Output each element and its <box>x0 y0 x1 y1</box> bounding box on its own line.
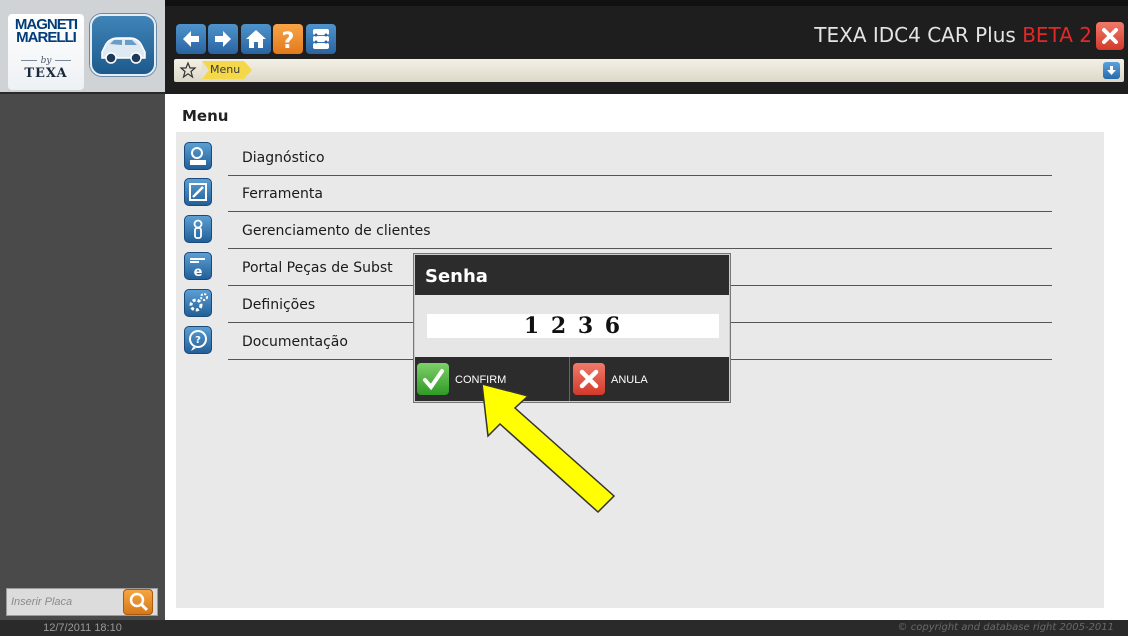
breadcrumb-expand-button[interactable] <box>1103 62 1120 79</box>
plate-input[interactable] <box>11 592 115 612</box>
customer-management-icon <box>184 215 212 243</box>
back-button[interactable] <box>176 24 206 54</box>
top-toolbar: ? TEXA IDC4 CAR Plus BETA 2 Menu <box>165 0 1128 94</box>
menu-item-ferramenta[interactable]: Ferramenta <box>184 174 1054 212</box>
app-title: TEXA IDC4 CAR Plus BETA 2 <box>814 23 1092 47</box>
menu-item-label: Portal Peças de Subst <box>242 260 393 276</box>
confirm-label: CONFIRM <box>455 374 507 386</box>
documentation-icon: ? <box>184 326 212 354</box>
vehicle-selection-button[interactable] <box>90 14 156 76</box>
menu-item-label: Gerenciamento de clientes <box>242 223 431 239</box>
menu-item-diagnostico[interactable]: Diagnóstico <box>184 138 1054 176</box>
left-sidebar: MAGNETI MARELLI by TEXA 12/7/2011 18:10 <box>0 0 165 636</box>
app-title-main: TEXA IDC4 CAR Plus <box>814 23 1023 47</box>
magneti-marelli-texa-logo: MAGNETI MARELLI by TEXA <box>8 14 84 90</box>
arrow-right-icon <box>215 31 231 47</box>
logo-brand-top: MAGNETI MARELLI <box>14 16 78 46</box>
menu-item-label: Documentação <box>242 334 348 350</box>
garage-button[interactable] <box>306 24 336 54</box>
favorite-star-button[interactable] <box>179 61 197 79</box>
topbar-strip <box>165 0 1128 6</box>
password-field[interactable] <box>427 314 719 338</box>
close-app-button[interactable] <box>1096 22 1124 50</box>
tools-icon <box>184 178 212 206</box>
footer-bar: © copyright and database right 2005-2011 <box>165 620 1128 636</box>
arrow-left-icon <box>183 31 199 47</box>
dialog-body <box>415 295 729 357</box>
dialog-title: Senha <box>415 255 729 295</box>
arrow-down-icon <box>1107 66 1116 75</box>
settings-icon <box>184 289 212 317</box>
plate-search-box <box>6 588 158 616</box>
diagnosis-icon <box>184 142 212 170</box>
dialog-button-bar: CONFIRM ANULA <box>415 357 729 401</box>
svg-text:e: e <box>194 265 203 279</box>
search-icon <box>129 592 149 612</box>
plate-search-button[interactable] <box>123 589 153 615</box>
help-glyph: ? <box>282 29 295 54</box>
menu-item-label: Definições <box>242 297 316 313</box>
home-icon <box>246 30 266 48</box>
parts-portal-icon: e <box>184 252 212 280</box>
help-button[interactable]: ? <box>273 24 303 54</box>
close-icon <box>1102 28 1118 44</box>
cancel-label: ANULA <box>611 374 648 386</box>
star-icon <box>179 61 197 79</box>
forward-button[interactable] <box>208 24 238 54</box>
breadcrumb-item-menu[interactable]: Menu <box>202 61 253 79</box>
svg-text:?: ? <box>195 335 201 346</box>
app-title-beta: BETA 2 <box>1022 23 1092 47</box>
logo-brand-bottom: TEXA <box>24 66 68 81</box>
page-title: Menu <box>182 107 229 125</box>
car-icon <box>101 37 146 64</box>
logo-panel: MAGNETI MARELLI by TEXA <box>0 0 165 94</box>
close-icon <box>573 363 605 395</box>
menu-item-gerenciamento-clientes[interactable]: Gerenciamento de clientes <box>184 211 1054 249</box>
logo-brand-by: by <box>8 56 84 66</box>
menu-item-label: Ferramenta <box>242 186 323 202</box>
menu-item-label: Diagnóstico <box>242 150 325 166</box>
home-button[interactable] <box>241 24 271 54</box>
help-icon: ? <box>282 29 295 54</box>
breadcrumb: Menu <box>174 59 1124 82</box>
checkmark-icon <box>417 363 449 395</box>
garage-icon <box>313 29 329 49</box>
password-dialog: Senha CONFIRM ANULA <box>414 254 730 402</box>
copyright-text: © copyright and database right 2005-2011 <box>897 622 1114 633</box>
cancel-button[interactable]: ANULA <box>571 357 729 401</box>
datetime-display: 12/7/2011 18:10 <box>0 620 165 636</box>
confirm-button[interactable]: CONFIRM <box>415 357 570 401</box>
